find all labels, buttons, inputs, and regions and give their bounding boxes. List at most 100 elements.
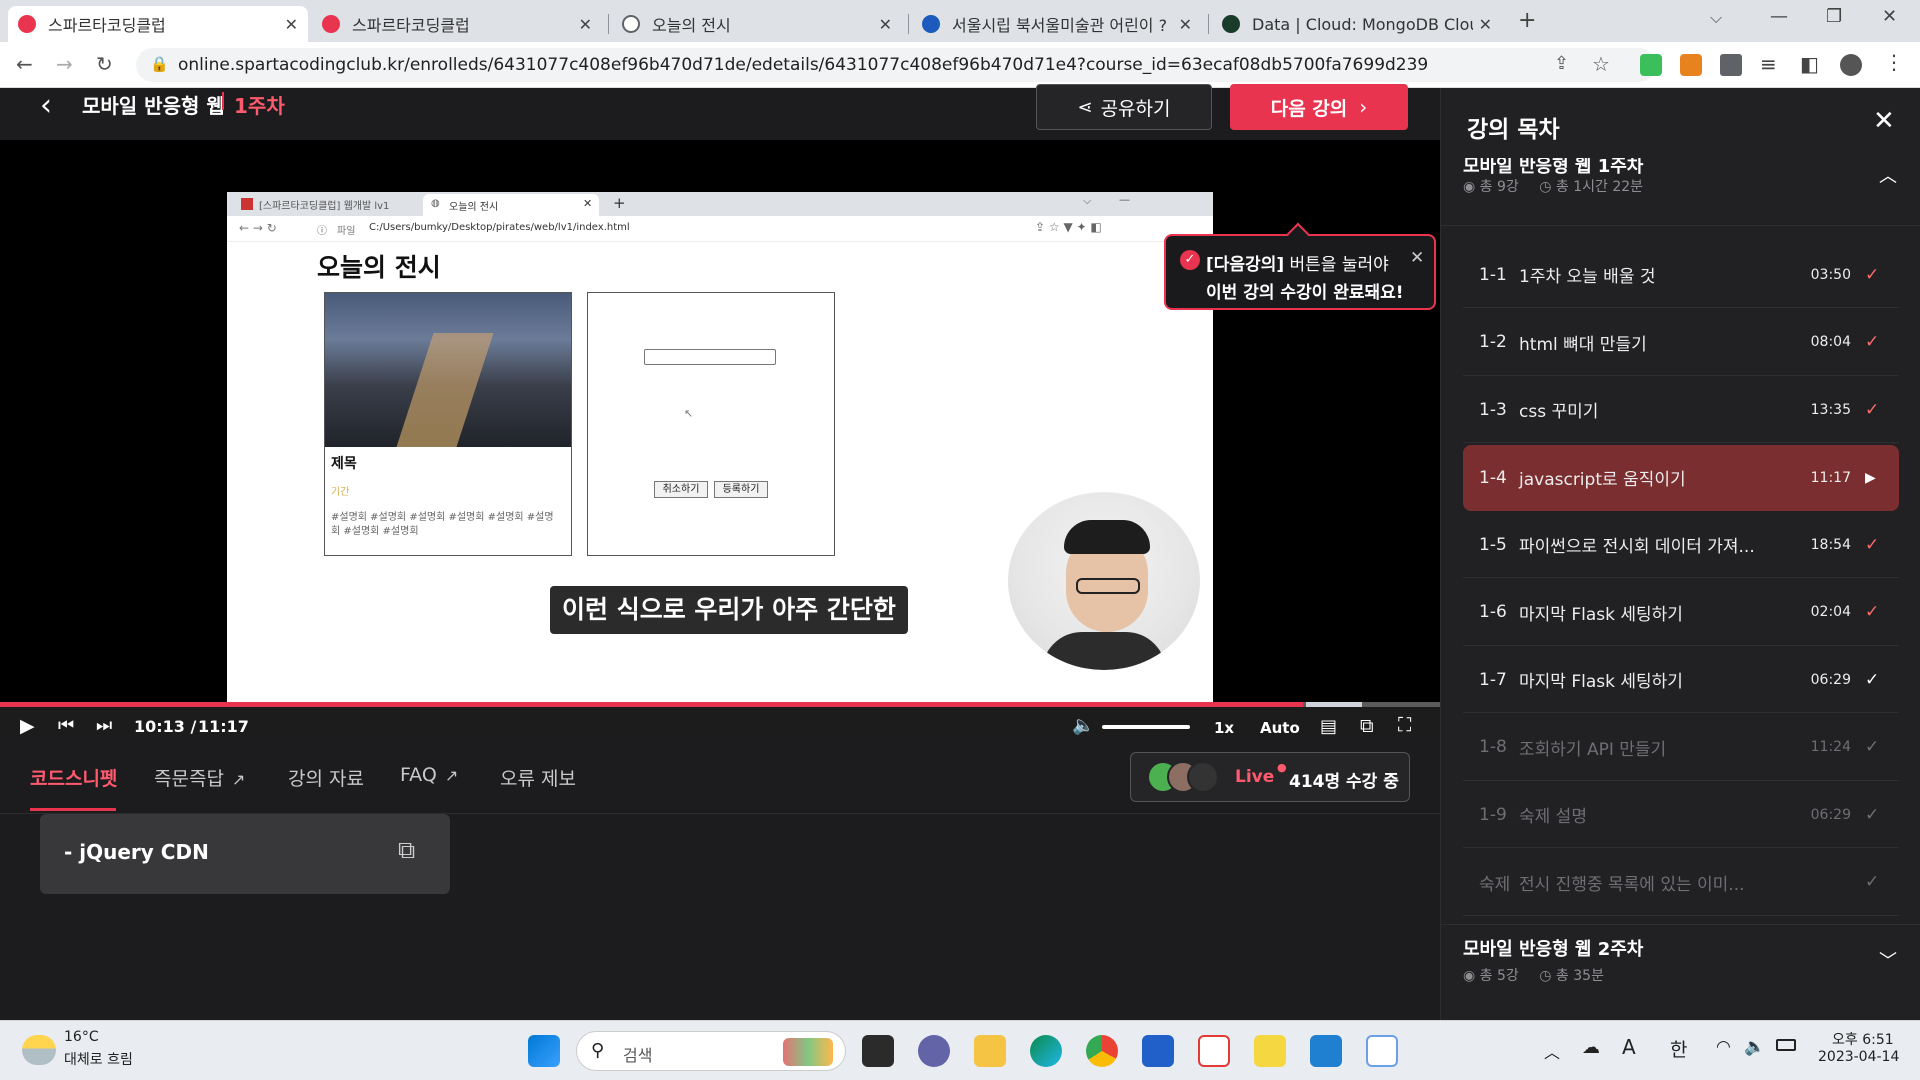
weather-temp[interactable]: 16°C — [64, 1029, 99, 1045]
volume-icon[interactable]: 🔈 — [1072, 715, 1094, 736]
lecture-item[interactable]: 1-4 javascript로 움직이기 11:17 ▶ — [1463, 444, 1899, 511]
lecture-item[interactable]: 1-1 1주차 오늘 배울 것 03:50 ✓ — [1463, 242, 1899, 308]
edge-browser-icon[interactable] — [1030, 1035, 1062, 1067]
sticky-notes-icon[interactable] — [1254, 1035, 1286, 1067]
address-bar[interactable]: 🔒 online.spartacodingclub.kr/enrolleds/6… — [136, 48, 1656, 82]
battery-icon[interactable] — [1776, 1039, 1796, 1051]
lecture-item[interactable]: 1-7 마지막 Flask 세팅하기 06:29 ✓ — [1463, 647, 1899, 713]
tab-report-error[interactable]: 오류 제보 — [500, 764, 576, 791]
reload-icon[interactable]: ↻ — [96, 52, 113, 76]
ime-korean-indicator[interactable]: 한 — [1670, 1035, 1687, 1062]
browser-tab[interactable]: 스파르타코딩클럽 ✕ — [8, 6, 308, 42]
picture-in-picture-icon[interactable]: ⧉ — [1360, 715, 1374, 737]
week-label: 1주차 — [234, 94, 285, 118]
url-text: online.spartacodingclub.kr/enrolleds/643… — [178, 55, 1429, 75]
back-chevron-icon[interactable]: ‹ — [40, 88, 52, 123]
close-tab-icon[interactable]: ✕ — [285, 15, 298, 34]
close-window-icon[interactable]: ✕ — [1882, 6, 1897, 27]
reading-list-icon[interactable]: ≡ — [1760, 52, 1777, 76]
play-icon[interactable]: ▶ — [20, 715, 35, 737]
minimize-window-icon[interactable]: — — [1770, 6, 1788, 27]
close-tab-icon[interactable]: ✕ — [1179, 15, 1192, 34]
week2-meta: ◉ 총 5강 ◷ 총 35분 — [1463, 965, 1604, 985]
browser-tab[interactable]: 오늘의 전시 ✕ — [612, 6, 902, 42]
share-page-icon[interactable]: ⇪ — [1554, 53, 1569, 74]
clock-time[interactable]: 오후 6:51 — [1832, 1029, 1894, 1049]
restore-window-icon[interactable]: ❐ — [1826, 6, 1842, 27]
forward-arrow-icon[interactable]: → — [56, 52, 73, 76]
speed-button[interactable]: 1x — [1214, 719, 1234, 737]
extension-green-icon[interactable] — [1640, 54, 1662, 76]
checkmark-icon: ✓ — [1865, 872, 1880, 892]
bookmark-star-icon[interactable]: ☆ — [1592, 52, 1610, 76]
lecture-item[interactable]: 1-5 파이썬으로 전시회 데이터 가져... 18:54 ✓ — [1463, 512, 1899, 578]
week1-header[interactable]: 모바일 반응형 웹 1주차 ◉ 총 9강 ◷ 총 1시간 22분 ︿ — [1441, 158, 1920, 226]
city-night-photo — [325, 293, 571, 447]
speaker-icon[interactable]: 🔈 — [1744, 1037, 1765, 1057]
tab-title: 스파르타코딩클럽 — [352, 16, 470, 35]
close-tab-icon[interactable]: ✕ — [1479, 15, 1492, 34]
week2-header[interactable]: 모바일 반응형 웹 2주차 ◉ 총 5강 ◷ 총 35분 ﹀ — [1441, 924, 1920, 1020]
lecture-item[interactable]: 1-6 마지막 Flask 세팅하기 02:04 ✓ — [1463, 580, 1899, 646]
next-lecture-button[interactable]: 다음 강의 › — [1230, 84, 1408, 130]
close-tab-icon[interactable]: ✕ — [879, 15, 892, 34]
lecture-item[interactable]: 1-9 숙제 설명 06:29 ✓ — [1463, 782, 1899, 848]
hidden-icons-chevron-icon[interactable]: ︿ — [1544, 1039, 1560, 1063]
wifi-icon[interactable]: ◠ — [1716, 1037, 1731, 1057]
inner-info-icon: ⓘ — [317, 226, 327, 237]
clock-date[interactable]: 2023-04-14 — [1818, 1049, 1899, 1065]
sync-app-icon[interactable] — [1198, 1035, 1230, 1067]
captions-icon[interactable]: ▤ — [1320, 716, 1337, 737]
taskbar-search-box[interactable]: ⚲ 검색 — [576, 1031, 846, 1071]
tab-code-snippet[interactable]: 코드스니펫 — [30, 764, 117, 791]
tab-materials[interactable]: 강의 자료 — [288, 764, 364, 791]
chrome-icon[interactable] — [1086, 1035, 1118, 1067]
vscode-icon[interactable] — [1310, 1035, 1342, 1067]
metamask-fox-icon[interactable] — [1680, 54, 1702, 76]
checkmark-icon: ✓ — [1865, 602, 1880, 622]
fullscreen-icon[interactable]: ⛶ — [1398, 714, 1411, 736]
sidebar-title: 강의 목차 — [1467, 117, 1560, 143]
snipping-tool-icon[interactable] — [1366, 1035, 1398, 1067]
lecture-item[interactable]: 1-3 css 꾸미기 13:35 ✓ — [1463, 377, 1899, 443]
tooltip-close-icon[interactable]: ✕ — [1410, 248, 1424, 268]
browser-tab[interactable]: Data | Cloud: MongoDB Cloud ✕ — [1212, 6, 1502, 42]
video-viewport[interactable]: [스파르타코딩클럽] 웹개발 lv1 ◍ 오늘의 전시 ✕ + ⌵ — ← → … — [0, 140, 1440, 746]
browser-tab[interactable]: 서울시립 북서울미술관 어린이 ? ✕ — [912, 6, 1202, 42]
close-tab-icon[interactable]: ✕ — [579, 15, 592, 34]
extensions-puzzle-icon[interactable] — [1720, 54, 1742, 76]
tab-qna[interactable]: 즉문즉답 ↗ — [154, 764, 245, 791]
close-sidebar-icon[interactable]: ✕ — [1873, 106, 1895, 136]
microsoft-store-icon[interactable] — [1142, 1035, 1174, 1067]
next-lecture-tooltip: ✓ [다음강의] 버튼을 눌러야 이번 강의 수강이 완료돼요! ✕ — [1164, 222, 1436, 310]
snippet-card[interactable]: - jQuery CDN ⧉ — [40, 814, 450, 894]
windows-start-icon[interactable] — [528, 1035, 560, 1067]
lecture-name: 전시 진행중 목록에 있는 이미... — [1519, 874, 1745, 895]
cloud-sync-icon[interactable]: ☁ — [1582, 1037, 1600, 1058]
lecture-item[interactable]: 1-8 조회하기 API 만들기 11:24 ✓ — [1463, 715, 1899, 781]
ime-a-indicator[interactable]: A — [1622, 1035, 1636, 1059]
back-arrow-icon[interactable]: ← — [16, 52, 33, 76]
lecture-item[interactable]: 숙제 전시 진행중 목록에 있는 이미... ✓ — [1463, 850, 1899, 916]
tab-faq[interactable]: FAQ ↗ — [400, 764, 458, 786]
volume-slider[interactable] — [1102, 725, 1190, 729]
live-viewers-badge[interactable]: Live ● 414명 수강 중 — [1130, 752, 1410, 802]
tab-search-chevron-icon[interactable]: ⌵ — [1710, 8, 1722, 28]
side-panel-icon[interactable]: ◧ — [1800, 52, 1819, 76]
copy-icon[interactable]: ⧉ — [398, 836, 415, 864]
browser-tab[interactable]: 스파르타코딩클럽 ✕ — [312, 6, 602, 42]
task-view-icon[interactable] — [862, 1035, 894, 1067]
file-explorer-icon[interactable] — [974, 1035, 1006, 1067]
browser-menu-kebab-icon[interactable]: ⋮ — [1884, 50, 1904, 74]
next-icon[interactable]: ⏭ — [96, 715, 112, 736]
share-button[interactable]: ⋖ 공유하기 — [1036, 84, 1212, 130]
lecture-item[interactable]: 1-2 html 뼈대 만들기 08:04 ✓ — [1463, 310, 1899, 376]
weather-desc[interactable]: 대체로 흐림 — [64, 1049, 133, 1069]
chevron-up-icon: ︿ — [1879, 166, 1897, 187]
inner-close-icon: ✕ — [583, 197, 593, 210]
new-tab-button[interactable]: + — [1518, 8, 1536, 33]
previous-icon[interactable]: ⏮ — [58, 715, 74, 736]
profile-avatar[interactable] — [1840, 54, 1862, 76]
teams-chat-icon[interactable] — [918, 1035, 950, 1067]
quality-button[interactable]: Auto — [1260, 719, 1300, 737]
